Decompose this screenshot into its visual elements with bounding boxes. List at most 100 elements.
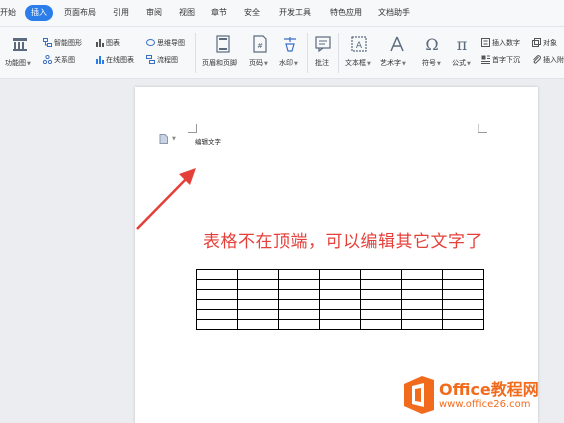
table-cell[interactable]: [401, 279, 443, 290]
table-cell[interactable]: [401, 319, 443, 330]
annotation-text: 表格不在顶端，可以编辑其它文字了: [203, 232, 483, 252]
online-chart-button[interactable]: 在线图表: [95, 55, 134, 65]
art-text-button[interactable]: 艺术字▼: [380, 58, 406, 69]
table-cell[interactable]: [278, 279, 320, 290]
symbol-label: 符号: [422, 59, 436, 67]
insert-attachment-label: 插入附: [543, 56, 564, 64]
table-cell[interactable]: [401, 299, 443, 310]
formula-button[interactable]: 公式▼: [452, 58, 471, 69]
table-cell[interactable]: [237, 309, 279, 320]
object-button[interactable]: 对象: [532, 38, 557, 48]
table-cell[interactable]: [360, 319, 402, 330]
tab-features[interactable]: 特色应用: [330, 7, 362, 19]
table-cell[interactable]: [237, 299, 279, 310]
tab-section[interactable]: 章节: [211, 7, 227, 19]
tab-review[interactable]: 审阅: [146, 7, 162, 19]
tab-developer[interactable]: 开发工具: [279, 7, 311, 19]
ribbon-divider: [307, 33, 308, 73]
table-cell[interactable]: [319, 299, 361, 310]
table-cell[interactable]: [196, 319, 238, 330]
smart-art-button[interactable]: 智能图形: [43, 38, 82, 48]
tab-page-layout[interactable]: 页面布局: [64, 7, 96, 19]
insert-number-icon: [481, 38, 490, 47]
chevron-down-icon: ▼: [264, 61, 268, 67]
header-options-icon[interactable]: [159, 134, 168, 144]
tab-references[interactable]: 引用: [113, 7, 129, 19]
paperclip-icon: [533, 55, 541, 64]
text-box-button[interactable]: 文本框▼: [345, 58, 371, 69]
table-cell[interactable]: [278, 299, 320, 310]
relation-chart-button[interactable]: 关系图: [43, 55, 75, 65]
tab-start[interactable]: 开始: [0, 7, 16, 19]
tab-security[interactable]: 安全: [244, 7, 260, 19]
table-cell[interactable]: [237, 319, 279, 330]
table-cell[interactable]: [442, 319, 484, 330]
table-cell[interactable]: [360, 299, 402, 310]
table-cell[interactable]: [196, 309, 238, 320]
function-chart-icon: [13, 38, 27, 51]
function-chart-button[interactable]: 功能图▼: [5, 58, 31, 69]
table-cell[interactable]: [319, 289, 361, 300]
svg-text:Ω: Ω: [425, 35, 438, 53]
table-cell[interactable]: [401, 269, 443, 280]
tab-doc-assistant[interactable]: 文档助手: [378, 7, 410, 19]
table-cell[interactable]: [278, 289, 320, 300]
chart-label: 图表: [106, 39, 120, 47]
ribbon-toolbar: 功能图▼ 智能图形 关系图 图表 在线图表 思维导图 流程图 页眉和页脚 # 页…: [0, 27, 564, 79]
chevron-down-icon[interactable]: ▼: [172, 136, 176, 142]
table-cell[interactable]: [442, 289, 484, 300]
smart-art-label: 智能图形: [54, 39, 82, 47]
table-cell[interactable]: [278, 319, 320, 330]
insert-attachment-button[interactable]: 插入附: [532, 55, 564, 65]
page-number-icon: #: [253, 35, 267, 53]
document-table[interactable]: [196, 269, 484, 330]
site-watermark: Office教程网 www.office26.com: [398, 372, 564, 423]
flowchart-button[interactable]: 流程图: [146, 55, 178, 65]
table-cell[interactable]: [278, 309, 320, 320]
tab-view[interactable]: 视图: [179, 7, 195, 19]
pi-formula-icon: π: [457, 35, 468, 53]
table-cell[interactable]: [196, 279, 238, 290]
table-cell[interactable]: [401, 309, 443, 320]
insert-number-button[interactable]: 插入数字: [481, 38, 520, 48]
table-cell[interactable]: [278, 269, 320, 280]
relation-chart-icon: [43, 55, 52, 64]
header-footer-button[interactable]: 页眉和页脚: [202, 58, 237, 68]
table-cell[interactable]: [360, 289, 402, 300]
table-cell[interactable]: [196, 269, 238, 280]
tab-insert[interactable]: 插入: [25, 5, 53, 21]
table-cell[interactable]: [442, 309, 484, 320]
chevron-down-icon: ▼: [294, 61, 298, 67]
table-cell[interactable]: [196, 299, 238, 310]
table-cell[interactable]: [237, 279, 279, 290]
comment-button[interactable]: 批注: [315, 58, 329, 68]
table-cell[interactable]: [442, 279, 484, 290]
table-cell[interactable]: [237, 289, 279, 300]
table-cell[interactable]: [360, 309, 402, 320]
table-cell[interactable]: [401, 289, 443, 300]
drop-cap-button[interactable]: 首字下沉: [481, 55, 520, 65]
page-number-button[interactable]: 页码▼: [249, 58, 268, 69]
menu-bar: 开始 插入 页面布局 引用 审阅 视图 章节 安全 开发工具 特色应用 文档助手: [0, 0, 564, 27]
watermark-button[interactable]: 水印▼: [279, 58, 298, 69]
table-cell[interactable]: [360, 269, 402, 280]
symbol-button[interactable]: 符号▼: [422, 58, 441, 69]
table-cell[interactable]: [319, 279, 361, 290]
watermark-url: www.office26.com: [439, 399, 531, 410]
table-row: [196, 299, 484, 310]
page-number-label: 页码: [249, 59, 263, 67]
office-logo-icon: [404, 376, 434, 414]
table-cell[interactable]: [319, 319, 361, 330]
table-cell[interactable]: [360, 279, 402, 290]
chart-button[interactable]: 图表: [95, 38, 120, 48]
table-cell[interactable]: [319, 269, 361, 280]
insert-number-label: 插入数字: [492, 39, 520, 47]
mind-map-button[interactable]: 思维导图: [146, 38, 185, 48]
flowchart-icon: [146, 55, 155, 64]
table-cell[interactable]: [442, 269, 484, 280]
table-cell[interactable]: [319, 309, 361, 320]
table-cell[interactable]: [442, 299, 484, 310]
table-cell[interactable]: [196, 289, 238, 300]
table-cell[interactable]: [237, 269, 279, 280]
header-text[interactable]: 编辑文字: [195, 136, 221, 146]
